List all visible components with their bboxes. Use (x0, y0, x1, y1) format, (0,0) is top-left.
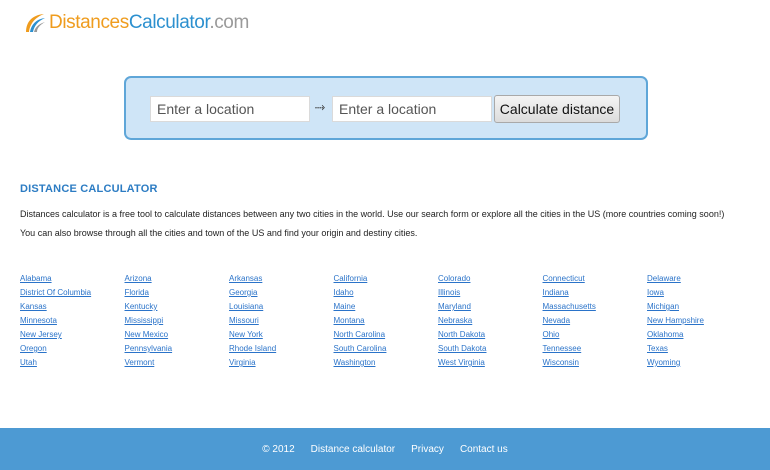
origin-location-input[interactable] (150, 96, 310, 122)
footer-privacy-link[interactable]: Privacy (411, 444, 444, 455)
state-link[interactable]: Wisconsin (543, 356, 648, 370)
state-link[interactable]: Utah (20, 356, 125, 370)
browse-paragraph: You can also browse through all the citi… (20, 228, 418, 238)
state-link[interactable]: Mississippi (125, 314, 230, 328)
intro-section: DISTANCE CALCULATOR Distances calculator… (20, 183, 760, 241)
state-link[interactable]: Maryland (438, 300, 543, 314)
state-link[interactable]: Rhode Island (229, 342, 334, 356)
logo-text-distances: Distances (49, 12, 129, 33)
state-link[interactable]: Nebraska (438, 314, 543, 328)
state-link[interactable]: Florida (125, 286, 230, 300)
destination-location-input[interactable] (332, 96, 492, 122)
state-link[interactable]: Connecticut (543, 272, 648, 286)
state-link[interactable]: Massachusetts (543, 300, 648, 314)
state-link[interactable]: New Mexico (125, 328, 230, 342)
state-link[interactable]: Tennessee (543, 342, 648, 356)
state-link[interactable]: North Dakota (438, 328, 543, 342)
state-link[interactable]: New Hampshire (647, 314, 752, 328)
state-link[interactable]: West Virginia (438, 356, 543, 370)
state-link[interactable]: Montana (334, 314, 439, 328)
calculate-distance-button[interactable]: Calculate distance (494, 95, 620, 123)
state-link[interactable]: Arkansas (229, 272, 334, 286)
state-link[interactable]: Oregon (20, 342, 125, 356)
logo-text-domain: .com (209, 12, 249, 33)
logo-text: DistancesCalculator.com (49, 12, 249, 34)
logo-text-calculator: Calculator (128, 12, 210, 33)
state-link[interactable]: Alabama (20, 272, 125, 286)
state-link[interactable]: District Of Columbia (20, 286, 125, 300)
right-arrow-icon: ⤑ (314, 99, 326, 114)
state-link[interactable]: California (334, 272, 439, 286)
footer: © 2012 Distance calculator Privacy Conta… (0, 428, 770, 470)
section-title: DISTANCE CALCULATOR (20, 183, 158, 195)
state-link[interactable]: Arizona (125, 272, 230, 286)
state-link[interactable]: Texas (647, 342, 752, 356)
state-link[interactable]: Delaware (647, 272, 752, 286)
state-link[interactable]: New Jersey (20, 328, 125, 342)
state-link[interactable]: Maine (334, 300, 439, 314)
footer-contact-link[interactable]: Contact us (460, 444, 508, 455)
state-link[interactable]: North Carolina (334, 328, 439, 342)
search-form: ⤑ Calculate distance (124, 76, 648, 140)
intro-paragraph: Distances calculator is a free tool to c… (20, 209, 725, 219)
state-link[interactable]: Ohio (543, 328, 648, 342)
state-link[interactable]: Indiana (543, 286, 648, 300)
state-link[interactable]: South Carolina (334, 342, 439, 356)
state-link[interactable]: New York (229, 328, 334, 342)
site-logo[interactable]: DistancesCalculator.com (24, 9, 249, 37)
state-link[interactable]: Virginia (229, 356, 334, 370)
state-link[interactable]: Missouri (229, 314, 334, 328)
state-link[interactable]: Vermont (125, 356, 230, 370)
state-link[interactable]: Georgia (229, 286, 334, 300)
states-link-grid: Alabama Arizona Arkansas California Colorado… (20, 272, 760, 370)
state-link[interactable]: Idaho (334, 286, 439, 300)
state-link[interactable]: Kentucky (125, 300, 230, 314)
state-link[interactable]: Michigan (647, 300, 752, 314)
state-link[interactable]: Iowa (647, 286, 752, 300)
footer-site-link[interactable]: Distance calculator (311, 444, 395, 455)
state-link[interactable]: Nevada (543, 314, 648, 328)
state-link[interactable]: Colorado (438, 272, 543, 286)
state-link[interactable]: Wyoming (647, 356, 752, 370)
footer-copyright: © 2012 (262, 443, 295, 455)
state-link[interactable]: Washington (334, 356, 439, 370)
swoosh-logo-icon (26, 14, 45, 32)
state-link[interactable]: Minnesota (20, 314, 125, 328)
state-link[interactable]: Kansas (20, 300, 125, 314)
state-link[interactable]: Illinois (438, 286, 543, 300)
state-link[interactable]: Louisiana (229, 300, 334, 314)
state-link[interactable]: Pennsylvania (125, 342, 230, 356)
state-link[interactable]: Oklahoma (647, 328, 752, 342)
state-link[interactable]: South Dakota (438, 342, 543, 356)
